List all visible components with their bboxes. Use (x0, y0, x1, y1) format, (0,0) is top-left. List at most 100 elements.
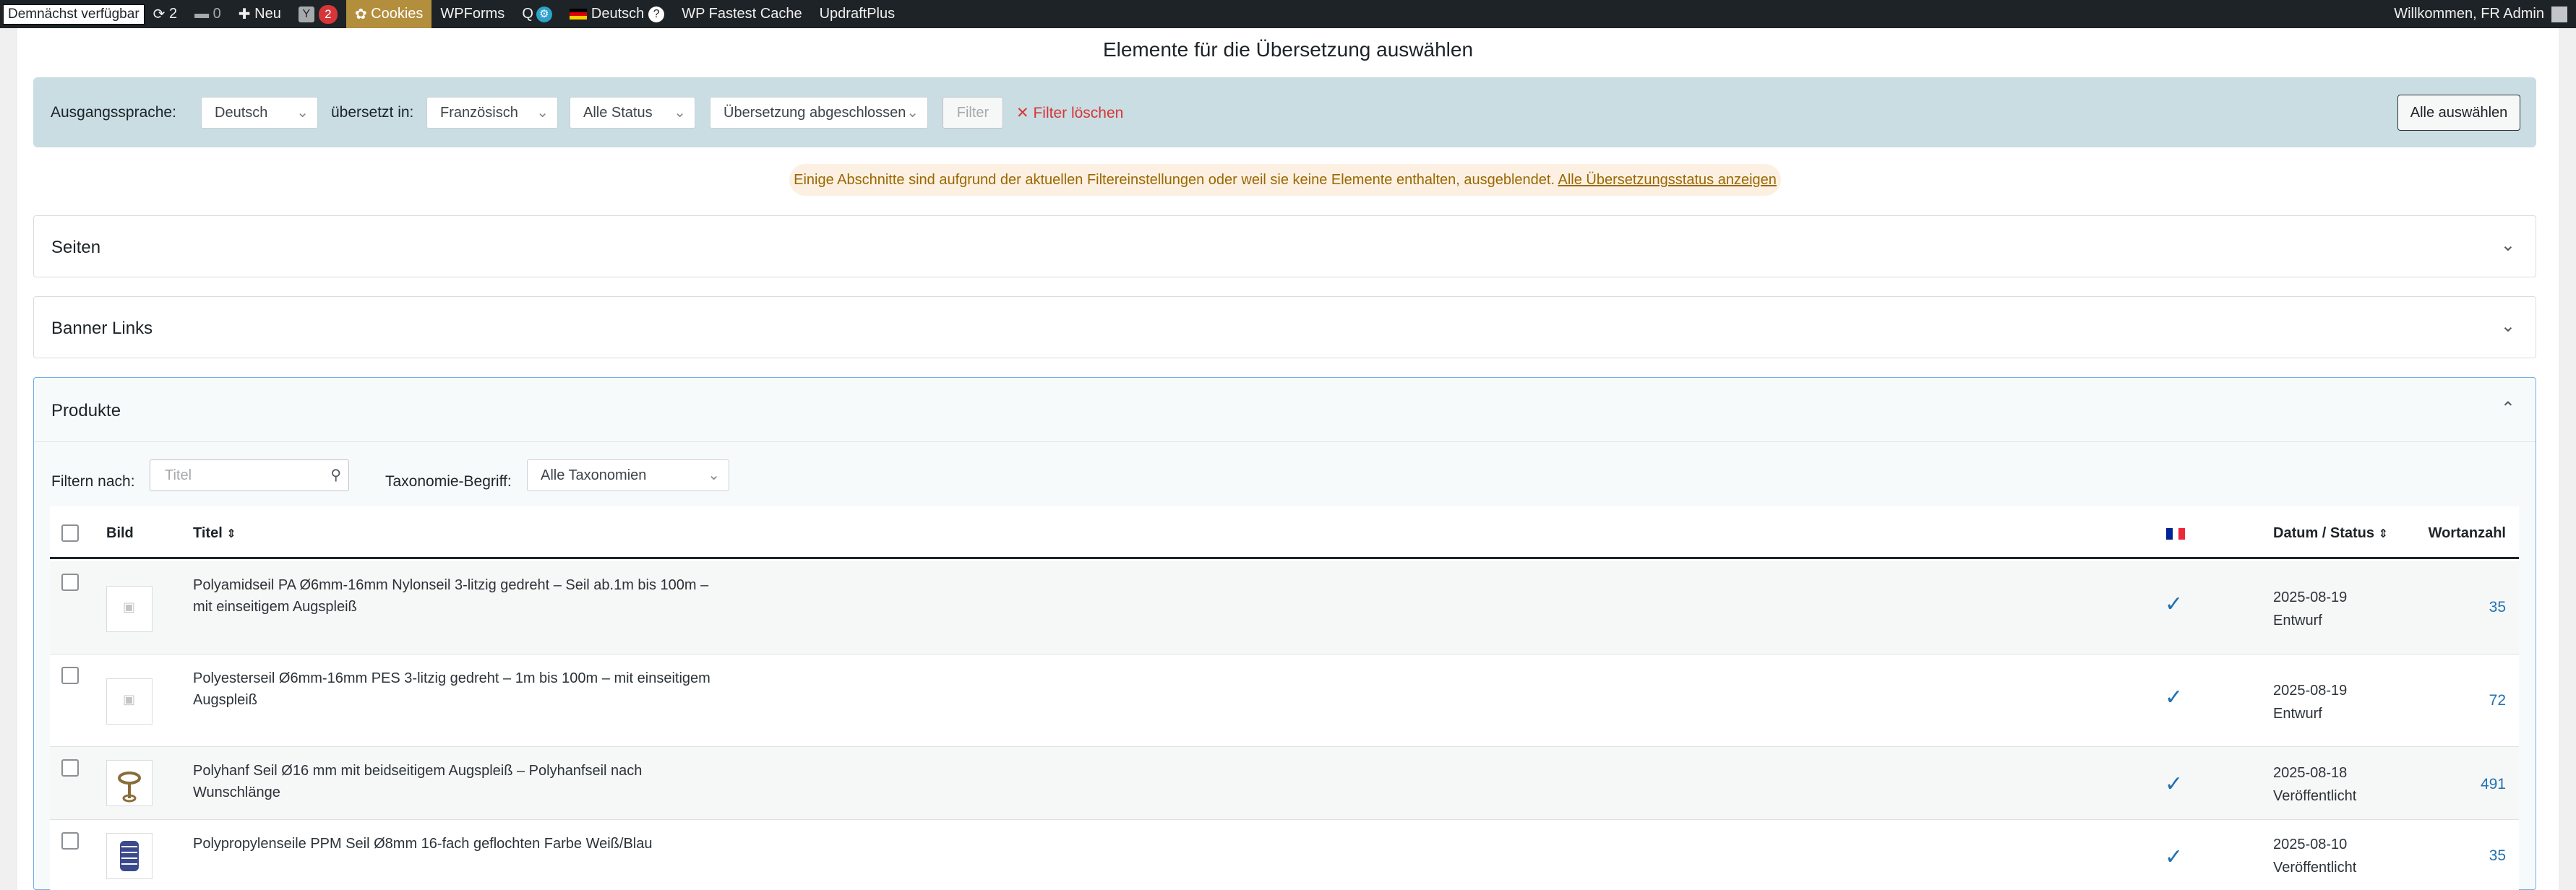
target-language-value: Französisch (440, 105, 518, 121)
taxonomy-value: Alle Taxonomien (541, 467, 647, 483)
image-placeholder-icon: ▣ (123, 692, 136, 707)
row-checkbox[interactable] (61, 759, 79, 777)
title-search-input[interactable]: Titel ⚲ (150, 459, 349, 491)
product-title[interactable]: Polyesterseil Ø6mm-16mm PES 3-litzig ged… (193, 668, 728, 711)
status-select[interactable]: Alle Status ⌄ (570, 97, 695, 129)
row-date: 2025-08-10 (2273, 837, 2348, 852)
product-thumbnail-placeholder: ▣ (106, 586, 153, 632)
chevron-down-icon: ⌄ (536, 105, 549, 121)
table-row: Polypropylenseile PPM Seil Ø8mm 16-fach … (50, 820, 2519, 890)
fastest-cache-item[interactable]: WP Fastest Cache (673, 0, 810, 28)
new-item[interactable]: ✚ Neu (230, 0, 290, 28)
row-status: Entwurf (2273, 613, 2322, 628)
source-language-value: Deutsch (215, 105, 268, 121)
title-placeholder: Titel (165, 467, 192, 483)
taxonomy-label: Taxonomie-Begriff: (385, 473, 512, 490)
new-label: Neu (254, 6, 281, 22)
select-all-checkbox[interactable] (61, 524, 79, 542)
date-status: 2025-08-19 Entwurf (2273, 586, 2347, 632)
chevron-down-icon: ⌄ (906, 105, 919, 121)
taxonomy-select[interactable]: Alle Taxonomien ⌄ (527, 459, 729, 491)
word-count-link[interactable]: 491 (2481, 776, 2506, 793)
filter-button[interactable]: Filter (943, 97, 1003, 129)
translation-status-value: Übersetzung abgeschlossen (724, 105, 906, 121)
magnifier-icon: Q (522, 6, 533, 22)
comments-item[interactable]: ▬ 0 (186, 0, 230, 28)
row-checkbox[interactable] (61, 574, 79, 591)
translated-into-label: übersetzt in: (331, 104, 414, 121)
language-label: Deutsch (591, 6, 645, 22)
row-date: 2025-08-19 (2273, 683, 2348, 699)
product-thumbnail-placeholder: ▣ (106, 678, 153, 725)
yoast-item[interactable]: Y 2 (290, 0, 346, 28)
table-row: ▣ Polyamidseil PA Ø6mm-16mm Nylonseil 3-… (50, 561, 2519, 654)
source-language-select[interactable]: Deutsch ⌄ (201, 97, 318, 129)
updates-item[interactable]: ⟳ 2 (145, 0, 186, 28)
row-date: 2025-08-19 (2273, 589, 2348, 605)
checkmark-icon: ✓ (2165, 772, 2184, 796)
product-title[interactable]: Polypropylenseile PPM Seil Ø8mm 16-fach … (193, 833, 728, 855)
cookie-icon: ✿ (354, 7, 367, 22)
filter-notice: Einige Abschnitte sind aufgrund der aktu… (789, 164, 1781, 196)
date-status: 2025-08-18 Veröffentlicht (2273, 761, 2356, 808)
filter-bar: Ausgangssprache: Deutsch ⌄ übersetzt in:… (33, 77, 2536, 147)
row-checkbox[interactable] (61, 667, 79, 684)
table-header: Bild Titel ⇕ Datum / Status ⇕ Wortanzahl (50, 506, 2519, 559)
updraftplus-item[interactable]: UpdraftPlus (811, 0, 904, 28)
column-date-status[interactable]: Datum / Status ⇕ (2273, 525, 2388, 542)
show-all-status-link[interactable]: Alle Übersetzungsstatus anzeigen (1558, 172, 1776, 188)
language-switcher[interactable]: Deutsch ? (561, 0, 673, 28)
chevron-down-icon: ⌄ (674, 105, 686, 121)
product-thumbnail (106, 833, 153, 879)
status-value: Alle Status (583, 105, 653, 121)
section-products: Produkte ⌃ Filtern nach: Titel ⚲ Taxonom… (33, 377, 2536, 890)
gear-icon: ⚙ (536, 6, 552, 22)
section-pages[interactable]: Seiten ⌄ (33, 215, 2536, 277)
sort-icon: ⇕ (226, 528, 236, 540)
updates-icon: ⟳ (153, 7, 166, 22)
chevron-up-icon[interactable]: ⌃ (2501, 398, 2515, 419)
word-count-link[interactable]: 72 (2489, 692, 2506, 709)
clear-filter-link[interactable]: ✕ Filter löschen (1016, 104, 1123, 122)
products-table: Bild Titel ⇕ Datum / Status ⇕ Wortanzahl… (50, 506, 2519, 890)
column-date-status-label: Datum / Status (2273, 525, 2375, 541)
account-item[interactable]: Willkommen, FR Admin (2385, 0, 2576, 28)
chevron-down-icon: ⌄ (708, 467, 720, 483)
french-flag-icon (2166, 528, 2186, 540)
comments-count: 0 (212, 6, 221, 22)
row-checkbox[interactable] (61, 832, 79, 850)
wpforms-item[interactable]: WPForms (432, 0, 513, 28)
column-title[interactable]: Titel ⇕ (193, 525, 236, 542)
target-language-select[interactable]: Französisch ⌄ (426, 97, 558, 129)
section-banner-links[interactable]: Banner Links ⌄ (33, 296, 2536, 358)
product-title[interactable]: Polyhanf Seil Ø16 mm mit beidseitigem Au… (193, 760, 728, 803)
seo-status-item[interactable]: Q ⚙ (513, 0, 561, 28)
divider (34, 441, 2536, 442)
cookies-item[interactable]: ✿ Cookies (345, 0, 432, 28)
coming-soon-badge[interactable]: Demnächst verfügbar (3, 4, 145, 25)
filter-by-label: Filtern nach: (51, 473, 135, 490)
sort-icon: ⇕ (2378, 528, 2388, 540)
yoast-icon: Y (298, 6, 314, 22)
notice-text: Einige Abschnitte sind aufgrund der aktu… (794, 172, 1555, 188)
row-status: Veröffentlicht (2273, 788, 2357, 804)
search-icon: ⚲ (330, 467, 341, 483)
word-count-link[interactable]: 35 (2489, 847, 2506, 865)
german-flag-icon (569, 8, 587, 20)
row-date: 2025-08-18 (2273, 765, 2348, 781)
welcome-text: Willkommen, FR Admin (2394, 6, 2544, 22)
image-placeholder-icon: ▣ (123, 600, 136, 614)
close-icon: ✕ (1016, 105, 1029, 121)
table-row: ▣ Polyesterseil Ø6mm-16mm PES 3-litzig g… (50, 654, 2519, 747)
select-all-button[interactable]: Alle auswählen (2397, 95, 2520, 131)
section-title: Seiten (51, 238, 101, 257)
column-word-count: Wortanzahl (2428, 525, 2506, 541)
translation-status-select[interactable]: Übersetzung abgeschlossen ⌄ (710, 97, 928, 129)
help-icon: ? (648, 6, 665, 22)
chevron-down-icon[interactable]: ⌄ (2501, 316, 2515, 337)
yoast-badge: 2 (318, 4, 338, 24)
product-title[interactable]: Polyamidseil PA Ø6mm-16mm Nylonseil 3-li… (193, 574, 728, 618)
source-language-label: Ausgangssprache: (51, 104, 176, 121)
word-count-link[interactable]: 35 (2489, 599, 2506, 616)
chevron-down-icon[interactable]: ⌄ (2501, 235, 2515, 256)
